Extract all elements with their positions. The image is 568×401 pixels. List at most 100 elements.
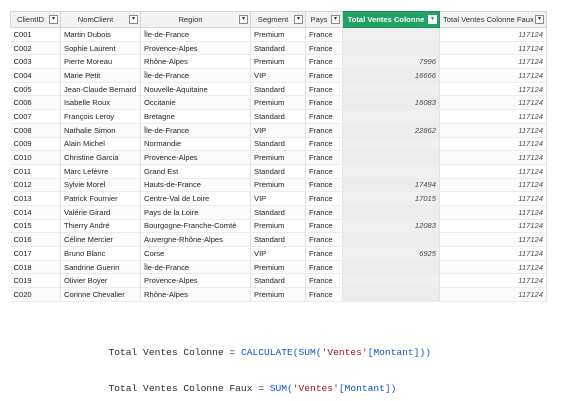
- cell-name: Sophie Laurent: [60, 41, 141, 56]
- cell-country: France: [305, 178, 343, 193]
- table-row: C013 Patrick Fournier Centre-Val de Loire V…: [10, 191, 547, 206]
- cell-name: Pierre Moreau: [60, 54, 141, 70]
- column-header-country[interactable]: Pays ▾: [305, 11, 343, 28]
- cell-name: Bruno Blanc: [60, 246, 141, 261]
- cell-total: [342, 41, 440, 56]
- cell-total: 6925: [342, 246, 440, 261]
- cell-name: Marc Lefèvre: [60, 164, 141, 179]
- cell-country: France: [305, 287, 343, 302]
- column-header-totalfaux[interactable]: Total Ventes Colonne Faux ▾: [439, 11, 547, 28]
- cell-segment: Premium: [250, 27, 306, 42]
- cell-total: [342, 137, 440, 152]
- filter-dropdown-icon[interactable]: ▾: [535, 15, 544, 24]
- cell-country: France: [305, 260, 343, 275]
- cell-id: C015: [10, 219, 61, 234]
- filter-dropdown-icon[interactable]: ▾: [428, 15, 437, 24]
- cell-region: Provence-Alpes: [140, 41, 251, 56]
- cell-name: Olivier Boyer: [60, 273, 141, 289]
- cell-country: France: [305, 41, 343, 56]
- data-table: ClientID ▾ NomClient ▾ Region ▾ Segment ▾ Pays ▾ T…: [10, 11, 547, 302]
- cell-segment: VIP: [250, 123, 306, 138]
- cell-region: Hauts-de-France: [140, 178, 251, 193]
- column-header-label: Segment: [257, 15, 289, 24]
- cell-id: C009: [10, 137, 61, 152]
- cell-country: France: [305, 273, 343, 289]
- cell-totalfaux: 117124: [439, 205, 547, 220]
- cell-total: [342, 232, 440, 247]
- cell-id: C016: [10, 232, 61, 247]
- cell-region: Bourgogne-Franche-Comté: [140, 219, 251, 234]
- formula-close: ): [390, 383, 397, 394]
- cell-id: C010: [10, 150, 61, 165]
- filter-dropdown-icon[interactable]: ▾: [294, 15, 303, 24]
- cell-id: C002: [10, 41, 61, 56]
- cell-segment: VIP: [250, 191, 306, 206]
- table-row: C011 Marc Lefèvre Grand Est Standard France 1…: [10, 164, 547, 179]
- table-row: C019 Olivier Boyer Provence-Alpes Standard F…: [10, 273, 547, 289]
- cell-totalfaux: 117124: [439, 27, 547, 42]
- cell-segment: Standard: [250, 232, 306, 247]
- table-row: C020 Corinne Chevalier Rhône-Alpes Premium F…: [10, 287, 547, 302]
- table-row: C001 Martin Dubois Île-de-France Premium Fra…: [10, 27, 547, 42]
- cell-name: Valérie Girard: [60, 205, 141, 220]
- cell-totalfaux: 117124: [439, 137, 547, 152]
- formula-column-ref: [Montant]: [338, 383, 391, 394]
- cell-region: Bretagne: [140, 109, 251, 124]
- filter-dropdown-icon[interactable]: ▾: [49, 15, 58, 24]
- formula-measure-name: Total Ventes Colonne Faux: [108, 383, 253, 394]
- cell-country: France: [305, 27, 343, 42]
- cell-segment: VIP: [250, 68, 306, 83]
- cell-id: C007: [10, 109, 61, 124]
- cell-id: C003: [10, 54, 61, 70]
- cell-name: Patrick Fournier: [60, 191, 141, 206]
- cell-name: Corinne Chevalier: [60, 287, 141, 302]
- cell-totalfaux: 117124: [439, 109, 547, 124]
- cell-name: Thierry André: [60, 219, 141, 234]
- table-row: C008 Nathalie Simon Île-de-France VIP France…: [10, 123, 547, 138]
- cell-id: C014: [10, 205, 61, 220]
- cell-country: France: [305, 246, 343, 261]
- table-row: C005 Jean-Claude Bernard Nouvelle-Aquitain…: [10, 82, 547, 97]
- cell-segment: Standard: [250, 109, 306, 124]
- cell-total: 12083: [342, 219, 440, 234]
- cell-region: Rhône-Alpes: [140, 287, 251, 302]
- cell-totalfaux: 117124: [439, 123, 547, 138]
- cell-segment: Standard: [250, 164, 306, 179]
- cell-region: Île-de-France: [140, 260, 251, 275]
- filter-dropdown-icon[interactable]: ▾: [331, 15, 340, 24]
- table-row: C016 Céline Mercier Auvergne-Rhône-Alpes St…: [10, 232, 547, 247]
- cell-country: France: [305, 191, 343, 206]
- formula-table-ref: 'Ventes': [321, 347, 368, 358]
- table-row: C009 Alain Michel Normandie Standard France 1…: [10, 137, 547, 152]
- formula-measure-name: Total Ventes Colonne: [108, 347, 224, 358]
- cell-id: C005: [10, 82, 61, 97]
- formula-equals: =: [252, 383, 270, 394]
- table-row: C010 Christine Garcia Provence-Alpes Premiu…: [10, 150, 547, 165]
- cell-name: Christine Garcia: [60, 150, 141, 165]
- cell-totalfaux: 117124: [439, 68, 547, 83]
- column-header-total[interactable]: Total Ventes Colonne ▾: [342, 11, 440, 28]
- column-header-name[interactable]: NomClient ▾: [60, 11, 141, 28]
- formula-total-ventes-colonne: Total Ventes Colonne = CALCULATE(SUM('Ve…: [97, 336, 431, 358]
- filter-dropdown-icon[interactable]: ▾: [129, 15, 138, 24]
- cell-totalfaux: 117124: [439, 232, 547, 247]
- cell-total: 22862: [342, 123, 440, 138]
- cell-country: France: [305, 164, 343, 179]
- column-header-segment[interactable]: Segment ▾: [250, 11, 306, 28]
- table-body: C001 Martin Dubois Île-de-France Premium Fra…: [10, 27, 547, 302]
- cell-segment: Standard: [250, 82, 306, 97]
- cell-name: Martin Dubois: [60, 27, 141, 42]
- cell-region: Auvergne-Rhône-Alpes: [140, 232, 251, 247]
- column-header-region[interactable]: Region ▾: [140, 11, 251, 28]
- table-row: C014 Valérie Girard Pays de la Loire Standa…: [10, 205, 547, 220]
- filter-dropdown-icon[interactable]: ▾: [239, 15, 248, 24]
- cell-name: François Leroy: [60, 109, 141, 124]
- table-row: C004 Marie Petit Île-de-France VIP France 166…: [10, 68, 547, 83]
- column-header-label: Total Ventes Colonne Faux: [443, 15, 534, 24]
- cell-region: Centre-Val de Loire: [140, 191, 251, 206]
- cell-segment: Premium: [250, 54, 306, 70]
- table-row: C007 François Leroy Bretagne Standard France…: [10, 109, 547, 124]
- column-header-id[interactable]: ClientID ▾: [10, 11, 61, 28]
- cell-country: France: [305, 232, 343, 247]
- cell-total: 16666: [342, 68, 440, 83]
